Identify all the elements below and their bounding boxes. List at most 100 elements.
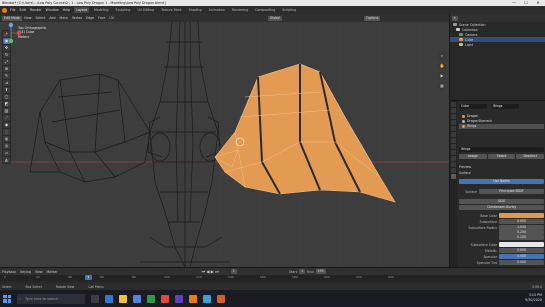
start-frame-field[interactable]: 1 [299, 269, 306, 274]
smooth-tool-icon[interactable]: ◍ [3, 136, 10, 142]
workspace-tab-animation[interactable]: Animation [207, 7, 227, 13]
output-tab-icon[interactable] [451, 114, 456, 119]
menu-playback[interactable]: Playback [2, 270, 16, 274]
menu-uv[interactable]: UV [109, 16, 114, 20]
metallic-value[interactable]: 0.000 [499, 248, 544, 253]
modifier-tab-icon[interactable] [451, 144, 456, 149]
workspace-tab-sculpting[interactable]: Sculpting [114, 7, 133, 13]
object-tab-icon[interactable] [451, 138, 456, 143]
zoom-view-icon[interactable]: ⌕ [438, 52, 446, 60]
app-icon-red[interactable] [161, 294, 169, 303]
knife-tool-icon[interactable]: ⟋ [3, 115, 10, 121]
scene-tab-icon[interactable] [451, 126, 456, 131]
blender-logo-icon[interactable] [2, 7, 7, 13]
select-button[interactable]: Select [487, 154, 516, 159]
annotate-tool-icon[interactable]: ✎ [3, 73, 10, 79]
workspace-tab-layout[interactable]: Layout [74, 7, 90, 13]
view-layer-tab-icon[interactable] [451, 120, 456, 125]
extrude-tool-icon[interactable]: ⬆ [3, 87, 10, 93]
edge-icon[interactable] [105, 294, 113, 303]
outliner-row-light[interactable]: Light [450, 42, 545, 47]
navigation-gizmo[interactable] [0, 22, 22, 44]
pan-view-icon[interactable]: ✋ [438, 62, 446, 70]
menu-add[interactable]: Add [49, 16, 55, 20]
perspective-toggle-icon[interactable]: ▦ [438, 82, 446, 90]
camera-view-icon[interactable]: ▶ [438, 72, 446, 80]
workspace-tab-modeling[interactable]: Modeling [92, 7, 111, 13]
menu-edge[interactable]: Edge [86, 16, 94, 20]
rip-tool-icon[interactable]: ◭ [3, 157, 10, 163]
taskbar-search-input[interactable]: ⌕ Type here to search [17, 293, 85, 304]
menu-face[interactable]: Face [98, 16, 105, 20]
transform-tool-icon[interactable]: ⊞ [3, 66, 10, 72]
file-explorer-icon[interactable] [119, 294, 127, 303]
right-wing-selected-faces[interactable] [214, 63, 396, 203]
outliner-filter-icon[interactable]: ▾ [452, 15, 458, 21]
workspace-tab-scripting[interactable]: Scripting [280, 7, 298, 13]
subsurface-method-dropdown[interactable]: Christensen-Burley [459, 205, 544, 210]
specular-tint-value[interactable]: 0.000 [499, 260, 544, 265]
physics-tab-icon[interactable] [451, 156, 456, 161]
material-name-field[interactable]: Wings [459, 147, 544, 152]
workspace-tab-compositing[interactable]: Compositing [253, 7, 277, 13]
specular-value[interactable]: 0.500 [499, 254, 544, 259]
menu-render[interactable]: Render [30, 8, 42, 12]
surface-shader-field[interactable]: Principled BSDF [479, 189, 544, 194]
shrink-tool-icon[interactable]: ◎ [3, 143, 10, 149]
scale-tool-icon[interactable]: ⤢ [3, 59, 10, 65]
menu-select[interactable]: Select [35, 16, 45, 20]
subsurface-value[interactable]: 0.000 [499, 219, 544, 224]
windows-start-icon[interactable] [3, 294, 11, 303]
menu-help[interactable]: Help [63, 8, 71, 12]
store-icon[interactable] [133, 294, 141, 303]
base-color-swatch[interactable] [499, 213, 544, 218]
polybuild-tool-icon[interactable]: ◆ [3, 122, 10, 128]
measure-tool-icon[interactable]: ⊿ [3, 80, 10, 86]
app-icon-purple[interactable] [175, 294, 183, 303]
constraints-tab-icon[interactable] [451, 162, 456, 167]
menu-keying[interactable]: Keying [20, 270, 31, 274]
menu-window[interactable]: Window [46, 8, 59, 12]
inset-tool-icon[interactable]: ▢ [3, 94, 10, 100]
move-tool-icon[interactable]: ✥ [3, 45, 10, 51]
use-nodes-button[interactable]: Use Nodes [459, 179, 544, 184]
object-name-field[interactable]: Cube [459, 104, 487, 109]
subsurface-radius-z[interactable]: 0.100 [499, 235, 544, 240]
loopcut-tool-icon[interactable]: ▥ [3, 108, 10, 114]
app-icon-green[interactable] [147, 294, 155, 303]
workspace-tab-texture-paint[interactable]: Texture Paint [159, 7, 184, 13]
menu-view[interactable]: View [24, 16, 32, 20]
workspace-tab-rendering[interactable]: Rendering [230, 7, 250, 13]
shear-tool-icon[interactable]: ▱ [3, 150, 10, 156]
current-frame-field[interactable]: 1 [230, 269, 237, 274]
distribution-dropdown[interactable]: GGX [459, 199, 544, 204]
playback-controls[interactable]: ⏮ ◀ ▶ ⏭ [202, 269, 219, 274]
subsurface-color-swatch[interactable] [499, 242, 544, 247]
assign-button[interactable]: Assign [459, 154, 487, 159]
data-tab-icon[interactable] [451, 168, 456, 173]
timeline-ruler[interactable]: 0 20 40 60 80 100 120 140 160 180 200 22… [0, 275, 545, 281]
playhead[interactable]: 1 [85, 275, 92, 280]
workspace-tab-uv-editing[interactable]: UV Editing [135, 7, 156, 13]
app-icon-blue[interactable] [203, 294, 211, 303]
deselect-button[interactable]: Deselect [516, 154, 545, 159]
3d-viewport[interactable]: Top Orthographic (14) Cube Meters + ▣ ✥ … [0, 22, 449, 267]
end-frame-field[interactable]: 250 [315, 269, 326, 274]
mode-dropdown[interactable]: Edit Mode [2, 15, 22, 21]
menu-mesh[interactable]: Mesh [59, 16, 67, 20]
transform-orientation-dropdown[interactable]: Global [267, 15, 283, 21]
preview-section-header[interactable]: Preview [459, 164, 544, 169]
system-tray-clock[interactable]: 3:15 PM 9/30/2020 [525, 293, 542, 303]
material-tab-icon[interactable] [451, 174, 456, 179]
workspace-tab-shading[interactable]: Shading [187, 7, 204, 13]
surface-section-header[interactable]: Surface [459, 170, 544, 175]
menu-marker[interactable]: Marker [47, 270, 58, 274]
material-slot-wings[interactable]: Wings [459, 124, 544, 129]
particles-tab-icon[interactable] [451, 150, 456, 155]
options-dropdown[interactable]: Options [364, 15, 381, 21]
app-icon-orange[interactable] [217, 294, 225, 303]
menu-file[interactable]: File [10, 8, 16, 12]
blender-taskbar-icon[interactable] [189, 294, 197, 303]
menu-timeline-view[interactable]: View [35, 270, 43, 274]
render-tab-icon[interactable] [451, 108, 456, 113]
